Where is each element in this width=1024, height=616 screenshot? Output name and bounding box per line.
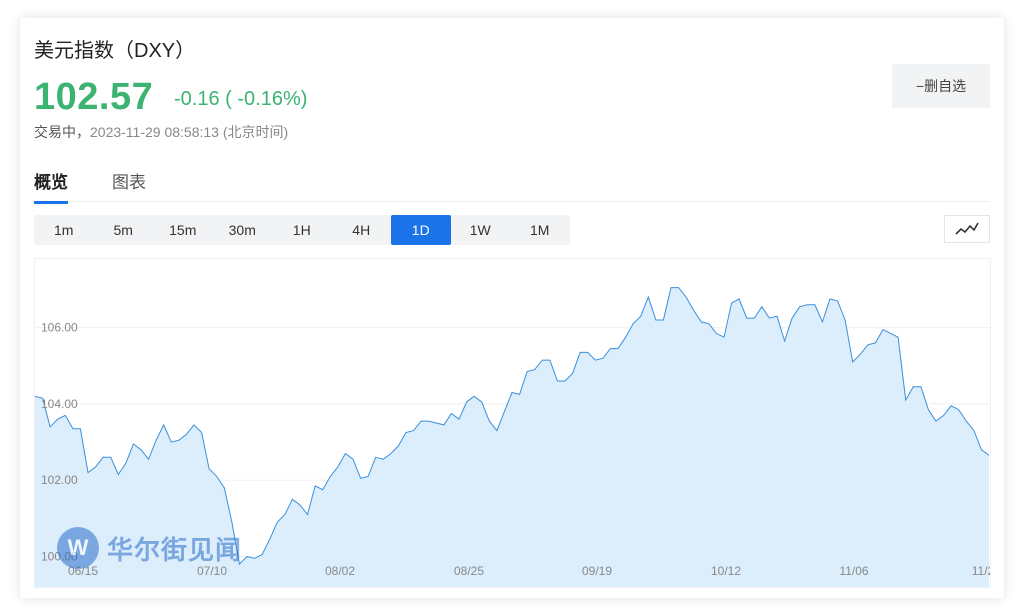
period-1m[interactable]: 1m [34,215,94,245]
period-30m[interactable]: 30m [213,215,273,245]
period-1w[interactable]: 1W [451,215,511,245]
chart-type-button[interactable] [944,215,990,243]
tab-chart[interactable]: 图表 [112,168,146,201]
period-15m[interactable]: 15m [153,215,213,245]
tab-bar: 概览 图表 [34,168,990,204]
x-tick-label-5: 10/12 [711,564,741,578]
page-title: 美元指数（DXY） [34,40,196,62]
x-tick-label-3: 08/25 [454,564,484,578]
period-4h[interactable]: 4H [332,215,392,245]
price-change: -0.16 ( -0.16%) [174,88,308,110]
price-value: 102.57 [34,76,154,118]
period-5m[interactable]: 5m [94,215,154,245]
line-chart-icon [955,222,979,235]
tab-overview[interactable]: 概览 [34,168,68,204]
period-1d[interactable]: 1D [391,215,451,245]
y-tick-label-1: 102.00 [41,473,78,487]
quote-card: 美元指数（DXY） 102.57 -0.16 ( -0.16%) 交易中，202… [20,18,1004,598]
trading-status: 交易中，2023-11-29 08:58:13 (北京时间) [34,122,288,142]
y-tick-label-3: 106.00 [41,321,78,335]
watermark-logo: W [57,527,99,569]
remove-watchlist-button[interactable]: −删自选 [892,64,990,108]
x-tick-label-2: 08/02 [325,564,355,578]
period-selector: 1m 5m 15m 30m 1H 4H 1D 1W 1M [34,215,570,245]
status-label: 交易中， [34,124,90,140]
timestamp: 2023-11-29 08:58:13 (北京时间) [90,124,289,140]
watermark-text: 华尔街见闻 [107,535,243,566]
x-tick-label-6: 11/06 [839,564,868,578]
watermark: W 华尔街见闻 [57,527,242,569]
x-tick-label-4: 09/19 [582,564,612,578]
x-tick-label-7: 11/2 [972,564,990,578]
price-chart[interactable]: 100.00102.00104.00106.0006/1507/1008/020… [34,258,995,588]
y-tick-label-2: 104.00 [41,397,78,411]
period-1mo[interactable]: 1M [510,215,570,245]
period-1h[interactable]: 1H [272,215,332,245]
